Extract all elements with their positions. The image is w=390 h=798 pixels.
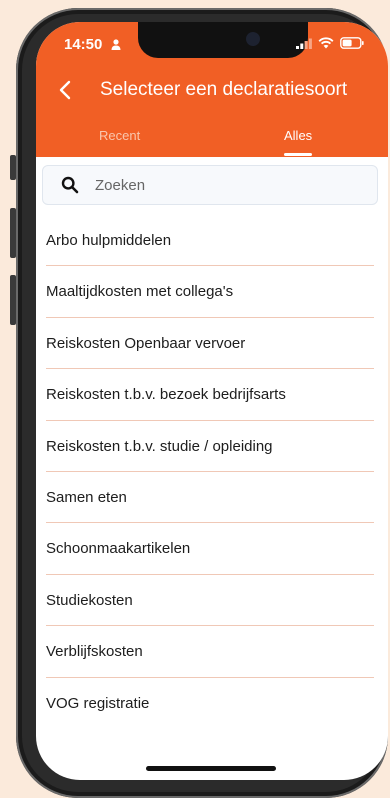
back-arrow-icon[interactable] xyxy=(50,74,82,106)
list-item[interactable]: Reiskosten t.b.v. studie / opleiding xyxy=(46,421,374,472)
wifi-icon xyxy=(318,36,334,54)
list-item[interactable]: Samen eten xyxy=(46,472,374,524)
list-item[interactable]: Studiekosten xyxy=(46,575,374,627)
notch xyxy=(138,22,308,58)
list-item[interactable]: Arbo hulpmiddelen xyxy=(46,215,374,267)
active-tab-indicator xyxy=(284,153,312,156)
page-title: Selecteer een declaratiesoort xyxy=(100,79,348,100)
search-icon xyxy=(61,176,79,194)
app-screen: 14:50 Selecteer een declaratiesoort Rece… xyxy=(36,22,388,780)
camera-icon xyxy=(246,32,260,46)
status-time: 14:50 xyxy=(64,36,121,54)
list-item[interactable]: Schoonmaakartikelen xyxy=(46,523,374,575)
tab-recent[interactable]: Recent xyxy=(99,128,140,143)
person-icon xyxy=(111,37,121,54)
search-input[interactable] xyxy=(93,175,357,195)
tab-alles[interactable]: Alles xyxy=(284,128,312,143)
signal-icon xyxy=(296,36,312,54)
app-header: 14:50 Selecteer een declaratiesoort Rece… xyxy=(36,22,388,157)
status-time-text: 14:50 xyxy=(64,36,103,53)
home-indicator[interactable] xyxy=(146,766,276,771)
list-item[interactable]: Reiskosten Openbaar vervoer xyxy=(46,318,374,370)
battery-icon xyxy=(340,36,364,54)
status-icons xyxy=(296,36,364,54)
search-box xyxy=(42,165,378,205)
list-item[interactable]: Maaltijdkosten met collega's xyxy=(46,266,374,318)
declaration-type-list: Arbo hulpmiddelen Maaltijdkosten met col… xyxy=(36,215,388,729)
list-item[interactable]: Reiskosten t.b.v. bezoek bedrijfsarts xyxy=(46,369,374,421)
list-item[interactable]: Verblijfskosten xyxy=(46,626,374,678)
list-item[interactable]: VOG registratie xyxy=(46,678,374,729)
